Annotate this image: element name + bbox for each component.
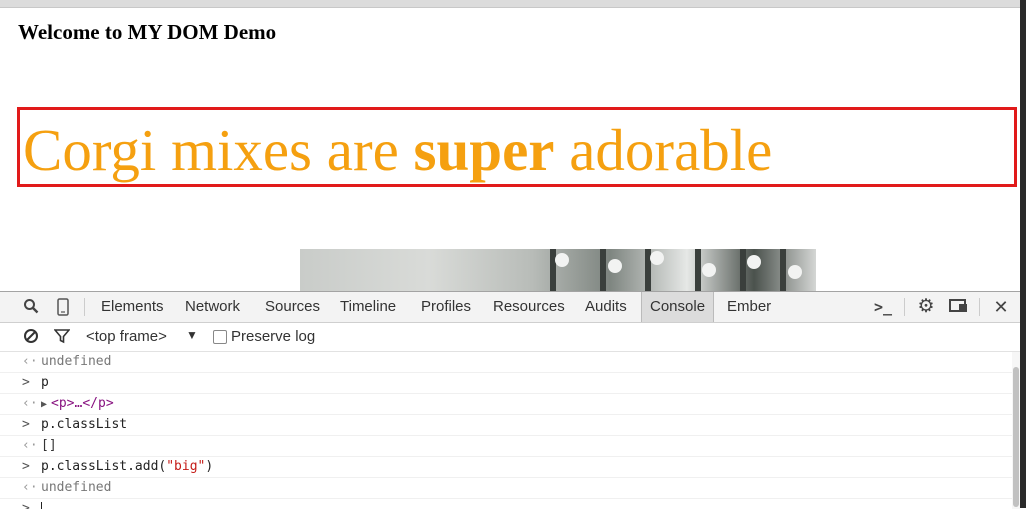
console-row: >p.classList.add("big") bbox=[0, 457, 1012, 478]
console-row: >p bbox=[0, 373, 1012, 394]
console-row: ‹·undefined bbox=[0, 478, 1012, 499]
console-row: >p.classList bbox=[0, 415, 1012, 436]
dropdown-arrow-icon[interactable]: ▼ bbox=[186, 328, 198, 342]
console-row: ‹·undefined bbox=[0, 352, 1012, 373]
console-row[interactable]: ‹·▶<p>…</p> bbox=[0, 394, 1012, 415]
tab-elements[interactable]: Elements bbox=[97, 292, 168, 322]
hero-paragraph-box: Corgi mixes are super adorable bbox=[17, 107, 1017, 187]
hero-text-part2: adorable bbox=[555, 117, 773, 183]
tab-profiles[interactable]: Profiles bbox=[417, 292, 475, 322]
toolbar-separator bbox=[979, 298, 980, 316]
hero-paragraph: Corgi mixes are super adorable bbox=[23, 115, 772, 185]
search-icon[interactable] bbox=[22, 298, 40, 316]
filter-icon[interactable] bbox=[53, 328, 71, 346]
console-row: ‹·[] bbox=[0, 436, 1012, 457]
console-scrollbar[interactable] bbox=[1012, 352, 1020, 509]
console-drawer-icon[interactable]: >_ bbox=[872, 298, 894, 316]
page-heading: Welcome to MY DOM Demo bbox=[18, 20, 276, 45]
expand-triangle-icon[interactable]: ▶ bbox=[41, 399, 47, 410]
close-icon[interactable]: ✕ bbox=[992, 298, 1010, 316]
corgi-image bbox=[300, 249, 816, 291]
toolbar-separator bbox=[904, 298, 905, 316]
clear-console-icon[interactable] bbox=[22, 328, 40, 346]
gear-icon[interactable]: ⚙ bbox=[917, 298, 935, 316]
browser-chrome bbox=[0, 0, 1026, 8]
console-filter-bar: <top frame> ▼ Preserve log bbox=[0, 323, 1020, 352]
tab-ember[interactable]: Ember bbox=[723, 292, 775, 322]
preserve-log-label[interactable]: Preserve log bbox=[231, 328, 315, 345]
tab-audits[interactable]: Audits bbox=[581, 292, 631, 322]
frame-select[interactable]: <top frame> bbox=[86, 328, 167, 345]
tab-resources[interactable]: Resources bbox=[489, 292, 569, 322]
window-edge bbox=[1020, 0, 1026, 508]
dock-side-icon[interactable] bbox=[949, 298, 967, 316]
devtools-toolbar: Elements Network Sources Timeline Profil… bbox=[0, 292, 1020, 323]
tab-timeline[interactable]: Timeline bbox=[336, 292, 400, 322]
toolbar-separator bbox=[84, 298, 85, 316]
tab-network[interactable]: Network bbox=[181, 292, 244, 322]
console-input-text: p.classList.add("big") bbox=[41, 459, 213, 474]
tab-sources[interactable]: Sources bbox=[261, 292, 324, 322]
device-mode-icon[interactable] bbox=[54, 298, 72, 316]
tab-console[interactable]: Console bbox=[641, 292, 714, 322]
preserve-log-checkbox[interactable] bbox=[213, 330, 227, 344]
devtools-panel: Elements Network Sources Timeline Profil… bbox=[0, 291, 1020, 509]
console-log[interactable]: ‹·undefined >p ‹·▶<p>…</p> >p.classList … bbox=[0, 352, 1012, 509]
hero-text-part1: Corgi mixes are bbox=[23, 117, 414, 183]
hero-text-bold: super bbox=[414, 117, 555, 183]
scrollbar-thumb[interactable] bbox=[1013, 367, 1019, 507]
